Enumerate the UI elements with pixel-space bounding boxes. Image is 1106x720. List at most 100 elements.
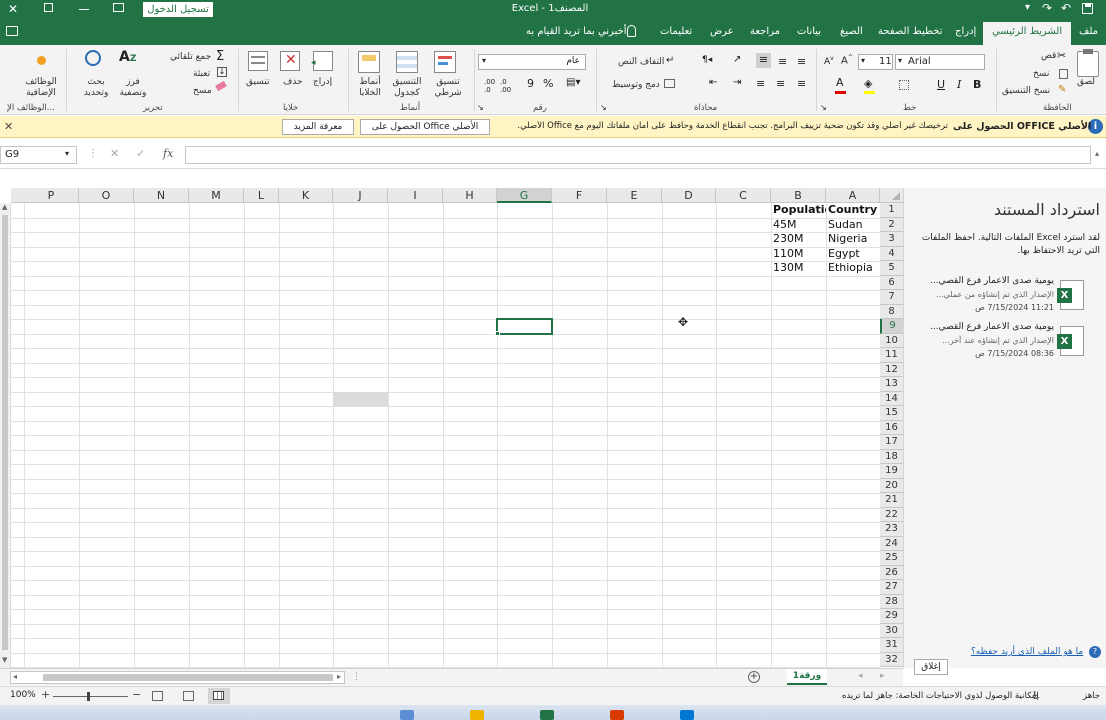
- accessibility-status[interactable]: إمكانية الوصول لذوي الاحتياجات الخاصة: ج…: [842, 691, 1039, 701]
- cell-styles-icon[interactable]: [358, 51, 380, 73]
- scroll-up-icon[interactable]: ▲: [2, 203, 7, 211]
- zoom-thumb[interactable]: [87, 692, 90, 701]
- row-header[interactable]: 15: [880, 406, 903, 421]
- fill-icon[interactable]: ↓: [217, 67, 227, 77]
- eraser-icon[interactable]: [215, 80, 227, 92]
- cell-b1[interactable]: Population: [771, 203, 826, 218]
- underline-icon[interactable]: U: [937, 78, 945, 91]
- merge-center-button[interactable]: دمج وتوسيط: [612, 80, 660, 90]
- rtl-icon[interactable]: ¶◂: [702, 55, 712, 65]
- close-window-icon[interactable]: ✕: [8, 2, 18, 16]
- tab-home[interactable]: الشريط الرئيسي: [983, 22, 1072, 45]
- tab-data[interactable]: بيانات: [797, 26, 821, 37]
- align-middle-icon[interactable]: ≡: [778, 55, 787, 68]
- tab-formulas[interactable]: الصيغ: [840, 26, 863, 37]
- redo-icon[interactable]: ↷: [1042, 1, 1052, 15]
- column-header-m[interactable]: M: [189, 188, 244, 203]
- zoom-slider[interactable]: [53, 692, 128, 701]
- bold-icon[interactable]: B: [973, 78, 981, 91]
- column-header-h[interactable]: H: [443, 188, 497, 203]
- cancel-entry-icon[interactable]: ✕: [110, 147, 119, 160]
- row-header[interactable]: 13: [880, 377, 903, 392]
- align-right-icon[interactable]: ≡: [797, 77, 806, 90]
- row-header[interactable]: 18: [880, 449, 903, 464]
- taskbar-app-icon[interactable]: [540, 710, 554, 720]
- align-top-icon[interactable]: ≡: [797, 55, 806, 68]
- tab-page-layout[interactable]: تخطيط الصفحة: [878, 26, 943, 37]
- highlighted-cell[interactable]: [333, 391, 388, 406]
- recovered-file-item[interactable]: X يومية صدى الاعمار فرع القصي... الإصدار…: [924, 322, 1104, 366]
- row-header[interactable]: 10: [880, 333, 903, 348]
- active-cell-outline[interactable]: [495, 318, 553, 336]
- ribbon-display-icon[interactable]: [113, 3, 124, 12]
- wrap-text-icon[interactable]: ↵: [666, 55, 674, 66]
- fill-color-icon[interactable]: ◈: [864, 77, 872, 90]
- row-header[interactable]: 23: [880, 522, 903, 537]
- row-header[interactable]: 8: [880, 304, 903, 319]
- paintbrush-icon[interactable]: ✎: [1058, 84, 1066, 95]
- clear-button[interactable]: مسح: [193, 86, 212, 96]
- cell-b2[interactable]: 45M: [771, 218, 826, 233]
- column-header-j[interactable]: J: [333, 188, 388, 203]
- formula-input[interactable]: [185, 146, 1091, 164]
- row-header[interactable]: 7: [880, 290, 903, 305]
- row-header[interactable]: 6: [880, 275, 903, 290]
- format-as-table-button[interactable]: التنسيق كجدول: [388, 77, 426, 99]
- column-header-b[interactable]: B: [771, 188, 826, 203]
- tab-view[interactable]: عرض: [710, 26, 734, 37]
- zoom-out-icon[interactable]: −: [132, 688, 141, 701]
- which-file-help-link[interactable]: ما هو الملف الذي أريد حفظه؟: [971, 647, 1083, 657]
- tab-file[interactable]: ملف: [1079, 26, 1098, 37]
- dialog-launcher-icon[interactable]: ↘: [820, 103, 827, 112]
- next-sheet-icon[interactable]: ▸: [880, 671, 885, 681]
- column-header-d[interactable]: D: [662, 188, 716, 203]
- tell-me-search[interactable]: أخبرني بما تريد القيام به: [526, 26, 627, 37]
- format-as-table-icon[interactable]: [396, 51, 418, 73]
- font-color-icon[interactable]: A: [836, 76, 844, 89]
- signin-button[interactable]: تسجيل الدخول: [143, 2, 213, 17]
- page-layout-view-icon[interactable]: [183, 691, 194, 701]
- learn-more-button[interactable]: معرفة المزيد: [282, 119, 354, 135]
- new-sheet-icon[interactable]: +: [748, 671, 760, 683]
- conditional-format-button[interactable]: تنسيق شرطي: [434, 77, 462, 99]
- row-header[interactable]: 9: [880, 319, 903, 334]
- cut-button[interactable]: قص: [1041, 51, 1056, 61]
- row-header[interactable]: 12: [880, 362, 903, 377]
- format-painter-button[interactable]: نسخ التنسيق: [1002, 86, 1050, 96]
- sort-filter-icon[interactable]: AZ: [119, 49, 136, 65]
- taskbar-app-icon[interactable]: [610, 710, 624, 720]
- row-header[interactable]: 22: [880, 507, 903, 522]
- dialog-launcher-icon[interactable]: ↘: [477, 103, 484, 112]
- column-header-e[interactable]: E: [607, 188, 662, 203]
- number-format-select[interactable]: عام ▾: [478, 54, 586, 70]
- borders-icon[interactable]: [899, 80, 909, 90]
- orientation-icon[interactable]: ↗: [733, 54, 741, 65]
- column-header-g[interactable]: G: [497, 188, 552, 203]
- column-header-p[interactable]: P: [24, 188, 79, 203]
- wrap-text-button[interactable]: التفاف النص: [618, 57, 664, 67]
- minimize-window-icon[interactable]: [79, 9, 89, 10]
- taskbar-app-icon[interactable]: [400, 710, 414, 720]
- scroll-right-icon[interactable]: ▸: [337, 672, 341, 681]
- find-select-button[interactable]: بحث وتحديد: [78, 77, 114, 99]
- format-cells-button[interactable]: تنسيق: [246, 77, 269, 87]
- align-bottom-icon[interactable]: ≡: [756, 53, 771, 68]
- expand-formula-bar-icon[interactable]: ▴: [1095, 149, 1099, 158]
- autosum-icon[interactable]: Σ: [216, 49, 224, 64]
- taskbar-app-icon[interactable]: [680, 710, 694, 720]
- cell-b5[interactable]: 130M: [771, 261, 826, 276]
- search-icon[interactable]: [85, 50, 101, 66]
- italic-icon[interactable]: I: [957, 78, 961, 91]
- row-header[interactable]: 32: [880, 652, 903, 667]
- currency-icon[interactable]: ▤▾: [566, 77, 580, 88]
- sheet-tab-active[interactable]: ورقة1: [787, 669, 827, 685]
- scroll-thumb[interactable]: [43, 674, 333, 681]
- recovered-file-item[interactable]: X يومية صدى الاعمار فرع القصي... الإصدار…: [924, 276, 1104, 320]
- close-recovery-button[interactable]: إغلاق: [914, 659, 948, 675]
- worksheet-grid[interactable]: ▲ ▼ A B C D E F G H I J K L M N O P 1 2 3 4 5 6 7 8 9 10 11 12 13 14 1…: [0, 188, 903, 668]
- scroll-thumb[interactable]: [2, 215, 8, 650]
- cell-a2[interactable]: Sudan: [826, 218, 880, 233]
- horizontal-scrollbar[interactable]: ◂ ▸: [10, 671, 345, 684]
- fill-button[interactable]: تعبئة: [193, 69, 210, 79]
- row-header[interactable]: 27: [880, 580, 903, 595]
